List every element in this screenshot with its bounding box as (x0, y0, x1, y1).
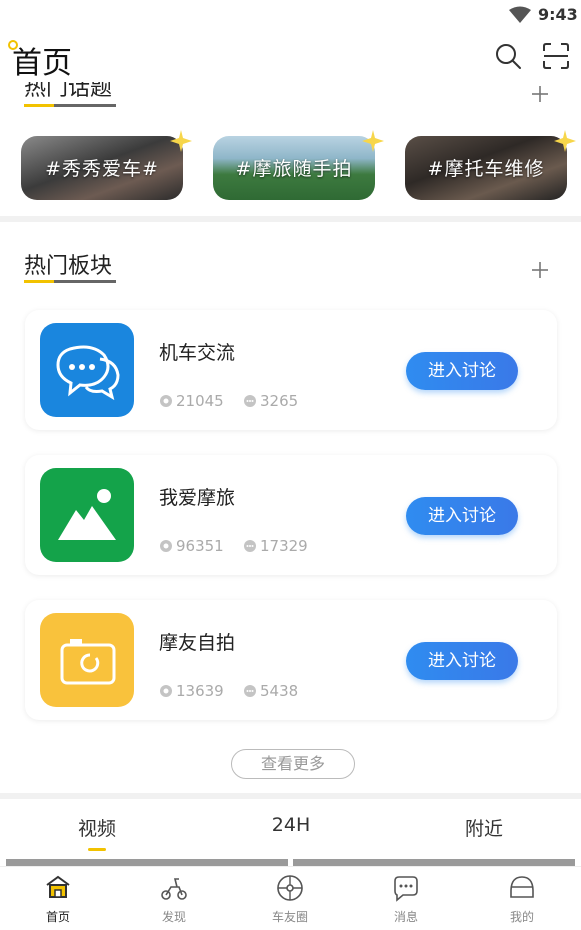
comment-icon (244, 540, 256, 552)
board-card[interactable]: 机车交流 21045 3265 进入讨论 (25, 310, 557, 430)
board-name: 机车交流 (159, 342, 236, 364)
search-icon[interactable] (494, 42, 522, 70)
topic-label: #秀秀爱车# (45, 158, 159, 180)
hot-topics-section: 热门话题 #秀秀爱车# #摩旅随手拍 #摩托车维修 (0, 82, 581, 216)
section-divider (0, 216, 581, 222)
board-name: 我爱摩旅 (159, 487, 236, 509)
nav-label: 消息 (393, 910, 418, 924)
enter-discussion-button[interactable]: 进入讨论 (406, 352, 518, 390)
enter-discussion-button[interactable]: 进入讨论 (406, 497, 518, 535)
board-views-count: 13639 (176, 682, 224, 700)
nav-label: 首页 (45, 910, 70, 924)
board-views-count: 21045 (176, 392, 224, 410)
hot-boards-underline (24, 280, 116, 283)
nav-messages[interactable]: 消息 (366, 873, 446, 925)
helmet-icon (510, 876, 534, 898)
board-comments: 17329 (243, 537, 308, 555)
tab-indicator (88, 848, 106, 851)
nav-label: 发现 (161, 910, 186, 924)
home-icon (46, 875, 70, 898)
board-comments-count: 17329 (260, 537, 308, 555)
hot-boards-add-icon[interactable] (530, 260, 550, 280)
nav-label: 车友圈 (271, 910, 308, 924)
hot-topics-title: 热门话题 (24, 82, 113, 101)
bottom-nav: 首页 发现 车友圈 消息 我的 (0, 866, 581, 930)
board-chat-icon (40, 323, 134, 417)
enter-discussion-button[interactable]: 进入讨论 (406, 642, 518, 680)
tab-24h[interactable]: 24H (231, 814, 351, 836)
board-comments-count: 3265 (260, 392, 299, 410)
board-views: 21045 (159, 392, 224, 410)
chat-icon (394, 876, 418, 902)
wheel-icon (277, 875, 303, 901)
eye-icon (160, 395, 172, 407)
nav-discover[interactable]: 发现 (134, 873, 214, 925)
nav-friends[interactable]: 车友圈 (250, 873, 330, 925)
hot-boards-title: 热门板块 (24, 254, 113, 279)
view-more-button[interactable]: 查看更多 (231, 749, 355, 779)
nav-label: 我的 (509, 910, 534, 924)
status-time: 9:43 (538, 5, 578, 24)
topic-label: #摩旅随手拍 (235, 158, 353, 180)
board-image-icon (40, 468, 134, 562)
hot-topics-add-icon[interactable] (530, 84, 550, 104)
topic-label: #摩托车维修 (427, 158, 545, 180)
wifi-icon (509, 6, 531, 23)
tab-video[interactable]: 视频 (37, 814, 157, 841)
board-views-count: 96351 (176, 537, 224, 555)
page-header: 首页 (0, 32, 581, 82)
board-name: 摩友自拍 (159, 632, 236, 654)
eye-icon (160, 540, 172, 552)
scooter-icon (161, 878, 187, 900)
topic-card-3[interactable]: #摩托车维修 (405, 136, 567, 200)
board-comments-count: 5438 (260, 682, 299, 700)
topic-card-1[interactable]: #秀秀爱车# (21, 136, 183, 200)
page-title: 首页 (12, 46, 72, 81)
spark-icon (170, 130, 192, 152)
board-comments: 3265 (243, 392, 298, 410)
hot-topics-title-wrap: 热门话题 (24, 82, 144, 106)
topic-card-2[interactable]: #摩旅随手拍 (213, 136, 375, 200)
eye-icon (160, 685, 172, 697)
board-comments: 5438 (243, 682, 298, 700)
nav-home[interactable]: 首页 (18, 873, 98, 925)
scan-icon[interactable] (542, 42, 570, 70)
hot-topics-underline (24, 104, 116, 107)
comment-icon (244, 685, 256, 697)
spark-icon (554, 130, 576, 152)
spark-icon (362, 130, 384, 152)
tab-nearby[interactable]: 附近 (424, 814, 544, 841)
board-card[interactable]: 摩友自拍 13639 5438 进入讨论 (25, 600, 557, 720)
board-camera-icon (40, 613, 134, 707)
section-divider (0, 793, 581, 799)
board-views: 96351 (159, 537, 224, 555)
comment-icon (244, 395, 256, 407)
status-bar: 9:43 (0, 0, 581, 32)
board-views: 13639 (159, 682, 224, 700)
board-card[interactable]: 我爱摩旅 96351 17329 进入讨论 (25, 455, 557, 575)
content-tabs: 视频 24H 附近 (0, 800, 581, 854)
nav-profile[interactable]: 我的 (482, 873, 562, 925)
